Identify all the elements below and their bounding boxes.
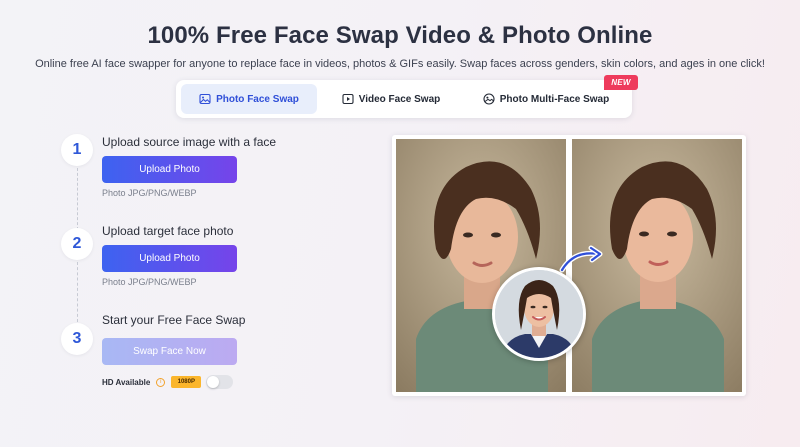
step-1-format-hint: Photo JPG/PNG/WEBP: [102, 188, 197, 198]
hd-toggle[interactable]: [206, 375, 234, 389]
hd-label: HD Available: [102, 377, 151, 387]
video-icon: [342, 93, 354, 105]
tab-label: Video Face Swap: [358, 93, 441, 105]
multi-image-icon: [483, 93, 495, 105]
step-2-format-hint: Photo JPG/PNG/WEBP: [102, 277, 197, 287]
source-face-thumbnail: [492, 267, 586, 361]
tab-video-face-swap[interactable]: Video Face Swap: [322, 84, 460, 114]
upload-target-photo-button[interactable]: Upload Photo: [102, 245, 237, 272]
tab-photo-multi-face-swap[interactable]: Photo Multi-Face Swap: [466, 84, 626, 114]
step-2-title: Upload target face photo: [102, 224, 234, 238]
step-number-3: 3: [61, 323, 93, 355]
tab-label: Photo Multi-Face Swap: [499, 93, 610, 105]
tab-label: Photo Face Swap: [216, 93, 299, 105]
hd-resolution-badge: 1080P: [171, 376, 202, 388]
swap-arrow-icon: [559, 245, 603, 273]
step-connector: [77, 262, 78, 322]
swap-face-now-button[interactable]: Swap Face Now: [102, 338, 237, 365]
new-badge: NEW: [604, 75, 638, 90]
step-number-1: 1: [61, 134, 93, 166]
step-3-title: Start your Free Face Swap: [102, 313, 246, 327]
info-icon[interactable]: i: [156, 377, 166, 387]
step-1-title: Upload source image with a face: [102, 135, 277, 149]
tab-photo-face-swap[interactable]: Photo Face Swap: [181, 84, 317, 114]
image-icon: [199, 93, 211, 105]
step-connector: [77, 168, 78, 230]
tab-bar: Photo Face Swap Video Face Swap Photo Mu…: [176, 75, 638, 118]
page-subtitle: Online free AI face swapper for anyone t…: [35, 58, 765, 70]
upload-source-photo-button[interactable]: Upload Photo: [102, 156, 237, 183]
toggle-knob: [207, 376, 220, 388]
hd-option-row: HD Available i 1080P: [102, 375, 234, 389]
step-number-2: 2: [61, 228, 93, 260]
page-title: 100% Free Face Swap Video & Photo Online: [147, 22, 653, 49]
